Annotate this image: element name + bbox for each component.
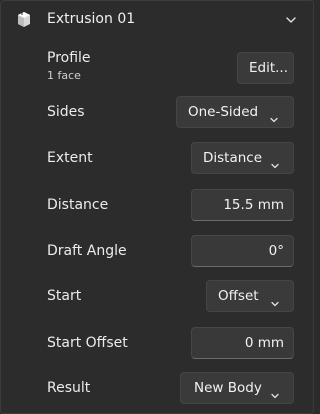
feature-title: Extrusion 01 bbox=[47, 11, 136, 27]
start-label: Start bbox=[47, 288, 82, 304]
extent-dropdown[interactable]: Distance bbox=[191, 142, 294, 174]
result-label: Result bbox=[47, 380, 91, 396]
start-offset-input[interactable]: 0 mm bbox=[191, 327, 294, 359]
profile-row: Profile 1 face Edit... bbox=[1, 49, 313, 84]
chevron-down-icon[interactable] bbox=[283, 12, 299, 28]
result-value: New Body bbox=[194, 380, 262, 396]
chevron-down-icon bbox=[268, 107, 280, 123]
result-dropdown[interactable]: New Body bbox=[180, 372, 294, 404]
extent-label: Extent bbox=[47, 150, 93, 166]
sides-dropdown[interactable]: One-Sided bbox=[176, 96, 294, 128]
chevron-down-icon bbox=[269, 383, 281, 399]
extrusion-properties-panel: Extrusion 01 Profile 1 face Edit... Side… bbox=[0, 0, 314, 414]
start-value: Offset bbox=[218, 288, 259, 304]
edit-profile-button[interactable]: Edit... bbox=[237, 52, 294, 84]
draft-angle-label: Draft Angle bbox=[47, 243, 127, 259]
start-row: Start Offset bbox=[1, 280, 313, 314]
chevron-down-icon bbox=[269, 291, 281, 307]
start-dropdown[interactable]: Offset bbox=[206, 280, 294, 312]
start-offset-label: Start Offset bbox=[47, 335, 128, 351]
sides-label: Sides bbox=[47, 104, 85, 120]
profile-label: Profile bbox=[47, 50, 91, 66]
result-row: Result New Body bbox=[1, 372, 313, 406]
chevron-down-icon bbox=[269, 153, 281, 169]
draft-angle-row: Draft Angle 0° bbox=[1, 235, 313, 269]
distance-label: Distance bbox=[47, 197, 109, 213]
sides-row: Sides One-Sided bbox=[1, 96, 313, 130]
distance-row: Distance 15.5 mm bbox=[1, 189, 313, 223]
panel-header: Extrusion 01 bbox=[1, 1, 313, 39]
profile-face-count: 1 face bbox=[47, 69, 81, 82]
extent-value: Distance bbox=[203, 150, 263, 166]
start-offset-row: Start Offset 0 mm bbox=[1, 327, 313, 361]
extent-row: Extent Distance bbox=[1, 142, 313, 176]
draft-angle-input[interactable]: 0° bbox=[191, 235, 294, 267]
sides-value: One-Sided bbox=[188, 104, 259, 120]
distance-input[interactable]: 15.5 mm bbox=[191, 189, 294, 221]
extrusion-feature-icon bbox=[16, 11, 32, 29]
